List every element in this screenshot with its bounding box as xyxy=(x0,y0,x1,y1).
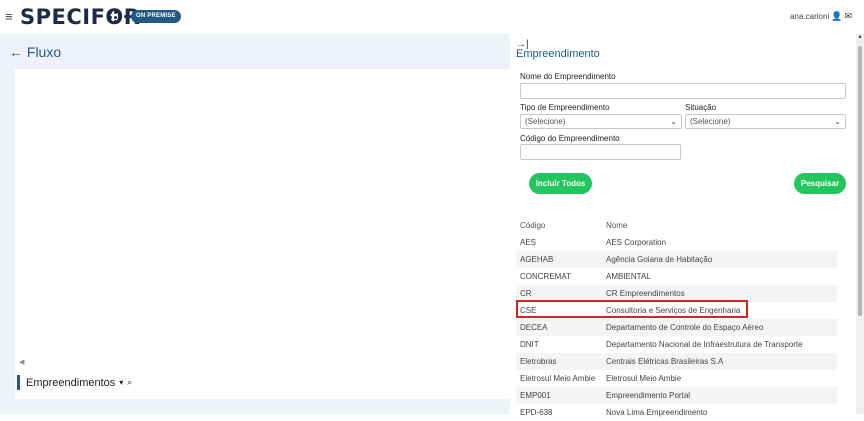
flow-panel: ← Fluxo ◀ Empreendimentos ▾ ⌕ xyxy=(0,34,510,414)
table-row[interactable]: EPD-638 Nova Lima Empreendimento xyxy=(516,404,837,421)
scroll-left-arrow-icon[interactable]: ◀ xyxy=(19,358,24,366)
cell-codigo: Eletrobras xyxy=(520,357,557,366)
vertical-scrollbar[interactable]: ▲ xyxy=(856,34,864,414)
cell-codigo: CR xyxy=(520,289,532,298)
cell-nome: AMBIENTAL xyxy=(606,272,651,281)
tipo-select-value: (Selecione) xyxy=(525,117,566,126)
search-icon[interactable]: ⌕ xyxy=(127,377,132,388)
tipo-select[interactable]: (Selecione) ⌄ xyxy=(520,114,682,129)
cell-codigo: Eletrosul Meio Ambie xyxy=(520,374,596,383)
cell-codigo: EMP001 xyxy=(520,391,551,400)
cell-codigo: AES xyxy=(520,238,537,247)
user-menu[interactable]: ana.carioni 👤 ✉ xyxy=(790,11,852,22)
username[interactable]: ana.carioni xyxy=(790,12,829,21)
cell-nome: Agência Goiana de Habitação xyxy=(606,255,713,264)
cell-nome: Centrais Elétricas Brasileiras S.A xyxy=(606,357,724,366)
incluir-todos-button[interactable]: Incluir Todos xyxy=(529,173,592,194)
chevron-down-icon: ⌄ xyxy=(670,117,677,126)
back-to-fluxo-link[interactable]: ← Fluxo xyxy=(9,44,61,60)
codigo-input[interactable] xyxy=(520,144,681,160)
cell-nome: Departamento de Controle do Espaço Aéreo xyxy=(606,323,764,332)
table-row[interactable]: AES AES Corporation xyxy=(516,234,837,251)
situacao-select[interactable]: (Selecione) ⌄ xyxy=(685,114,846,129)
column-header-codigo: Código xyxy=(520,221,546,230)
results-table: Código Nome AES AES Corporation AGEHAB Agê… xyxy=(516,217,837,421)
cell-nome: Eletrosul Meio Ambie xyxy=(606,374,682,383)
flow-canvas[interactable] xyxy=(15,69,510,399)
tipo-label: Tipo de Empreendimento xyxy=(520,103,610,112)
empreendimentos-label: Empreendimentos xyxy=(26,376,116,389)
nome-input[interactable] xyxy=(520,83,846,99)
cell-nome: Nova Lima Empreendimento xyxy=(606,408,708,417)
on-premise-badge: ON PREMISE xyxy=(131,10,181,23)
table-header: Código Nome xyxy=(516,217,837,234)
cell-codigo: DECEA xyxy=(520,323,548,332)
cell-nome: AES Corporation xyxy=(606,238,667,247)
situacao-select-value: (Selecione) xyxy=(690,117,731,126)
scroll-up-arrow-icon[interactable]: ▲ xyxy=(857,34,863,40)
cell-codigo: DNIT xyxy=(520,340,539,349)
cell-nome: Departamento Nacional de Infraestrutura … xyxy=(606,340,803,349)
cell-nome: CR Empreendimentos xyxy=(606,289,685,298)
cell-codigo: CONCREMAT xyxy=(520,272,571,281)
nome-label: Nome do Empreendimento xyxy=(520,72,616,81)
table-row[interactable]: DNIT Departamento Nacional de Infraestrut… xyxy=(516,336,837,353)
pesquisar-button[interactable]: Pesquisar xyxy=(794,173,846,194)
highlighted-row-outline xyxy=(516,300,748,318)
situacao-label: Situação xyxy=(685,103,717,112)
table-row[interactable]: AGEHAB Agência Goiana de Habitação xyxy=(516,251,837,268)
chevron-down-icon: ⌄ xyxy=(834,117,841,126)
logo-dots-icon xyxy=(109,11,129,23)
hamburger-icon[interactable]: ≡ xyxy=(5,9,13,24)
panel-title: Empreendimento xyxy=(516,48,600,60)
cell-codigo: EPD-638 xyxy=(520,408,553,417)
column-header-nome: Nome xyxy=(606,221,628,230)
cell-nome: Empreendimento Portal xyxy=(606,391,691,400)
caret-down-icon[interactable]: ▾ xyxy=(119,378,123,387)
table-row[interactable]: DECEA Departamento de Controle do Espaço … xyxy=(516,319,837,336)
table-row[interactable]: EMP001 Empreendimento Portal xyxy=(516,387,837,404)
scrollbar-thumb[interactable] xyxy=(858,46,862,316)
cell-codigo: AGEHAB xyxy=(520,255,554,264)
user-icon[interactable]: 👤 xyxy=(831,11,842,22)
table-row[interactable]: Eletrosul Meio Ambie Eletrosul Meio Ambie xyxy=(516,370,837,387)
table-row[interactable]: Eletrobras Centrais Elétricas Brasileiras… xyxy=(516,353,837,370)
empreendimento-panel: →| Empreendimento Nome do Empreendimento… xyxy=(510,34,856,417)
top-bar: ≡ SPECIFOR ON PREMISE ana.carioni 👤 ✉ xyxy=(0,0,864,34)
mail-icon[interactable]: ✉ xyxy=(844,11,852,22)
table-row[interactable]: CONCREMAT AMBIENTAL xyxy=(516,268,837,285)
codigo-label: Código do Empreendimento xyxy=(520,134,620,143)
empreendimentos-selector[interactable]: Empreendimentos ▾ ⌕ xyxy=(17,375,132,390)
